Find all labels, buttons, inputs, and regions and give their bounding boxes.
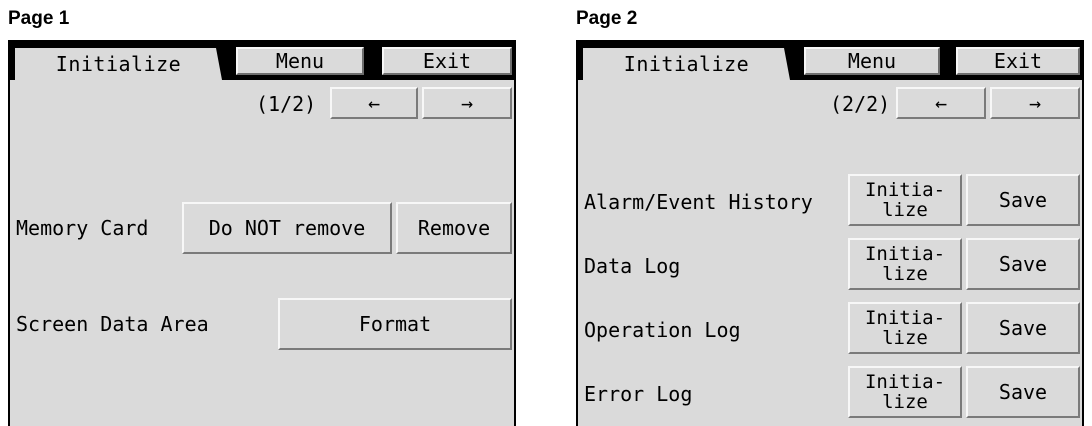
page1-menu-button[interactable]: Menu bbox=[236, 47, 364, 75]
page2-initialize-button[interactable]: Initia- lize bbox=[848, 238, 962, 290]
page2-tab-label: Initialize bbox=[583, 48, 790, 80]
page2-row-label: Error Log bbox=[584, 382, 693, 406]
initialize-button-line2: lize bbox=[882, 199, 928, 221]
initialize-button-line1: Initia- bbox=[864, 243, 946, 265]
page2-prev-button[interactable]: ← bbox=[896, 87, 986, 119]
page2-next-button[interactable]: → bbox=[990, 87, 1080, 119]
page1-pager-text: (1/2) bbox=[256, 92, 317, 116]
page1-label: Page 1 bbox=[8, 8, 70, 29]
page2-pager-text: (2/2) bbox=[830, 92, 891, 116]
page2-exit-button[interactable]: Exit bbox=[956, 47, 1080, 75]
page1-next-button[interactable]: → bbox=[422, 87, 512, 119]
page2-label: Page 2 bbox=[576, 8, 638, 29]
initialize-button-line2: lize bbox=[882, 391, 928, 413]
initialize-button-line2: lize bbox=[882, 263, 928, 285]
initialize-button-line2: lize bbox=[882, 327, 928, 349]
page1-prev-button[interactable]: ← bbox=[330, 87, 418, 119]
page2-row-label: Data Log bbox=[584, 254, 681, 278]
page2-menu-button[interactable]: Menu bbox=[804, 47, 940, 75]
page1-do-not-remove-button[interactable]: Do NOT remove bbox=[182, 202, 392, 254]
page2-initialize-button[interactable]: Initia- lize bbox=[848, 366, 962, 418]
page1-exit-button[interactable]: Exit bbox=[382, 47, 512, 75]
page2-tab-initialize[interactable]: Initialize bbox=[578, 42, 804, 80]
page1-format-button[interactable]: Format bbox=[278, 298, 512, 350]
page2-panel: Initialize Menu Exit (2/2) ← → Alarm/Eve… bbox=[576, 40, 1084, 426]
page1-memory-card-label: Memory Card bbox=[16, 216, 149, 240]
initialize-button-line1: Initia- bbox=[864, 371, 946, 393]
page1-panel: Initialize Menu Exit (1/2) ← → Memory Ca… bbox=[8, 40, 516, 426]
initialize-button-line1: Initia- bbox=[864, 179, 946, 201]
page2-initialize-button[interactable]: Initia- lize bbox=[848, 302, 962, 354]
initialize-button-line1: Initia- bbox=[864, 307, 946, 329]
page2-initialize-button[interactable]: Initia- lize bbox=[848, 174, 962, 226]
page2-save-button[interactable]: Save bbox=[966, 366, 1080, 418]
page1-tab-initialize[interactable]: Initialize bbox=[10, 42, 236, 80]
page2-row-label: Alarm/Event History bbox=[584, 190, 813, 214]
page1-screen-data-area-label: Screen Data Area bbox=[16, 312, 209, 336]
page1-remove-button[interactable]: Remove bbox=[396, 202, 512, 254]
page2-save-button[interactable]: Save bbox=[966, 238, 1080, 290]
page1-tab-label: Initialize bbox=[15, 48, 222, 80]
page2-save-button[interactable]: Save bbox=[966, 174, 1080, 226]
page2-save-button[interactable]: Save bbox=[966, 302, 1080, 354]
page2-row-label: Operation Log bbox=[584, 318, 741, 342]
